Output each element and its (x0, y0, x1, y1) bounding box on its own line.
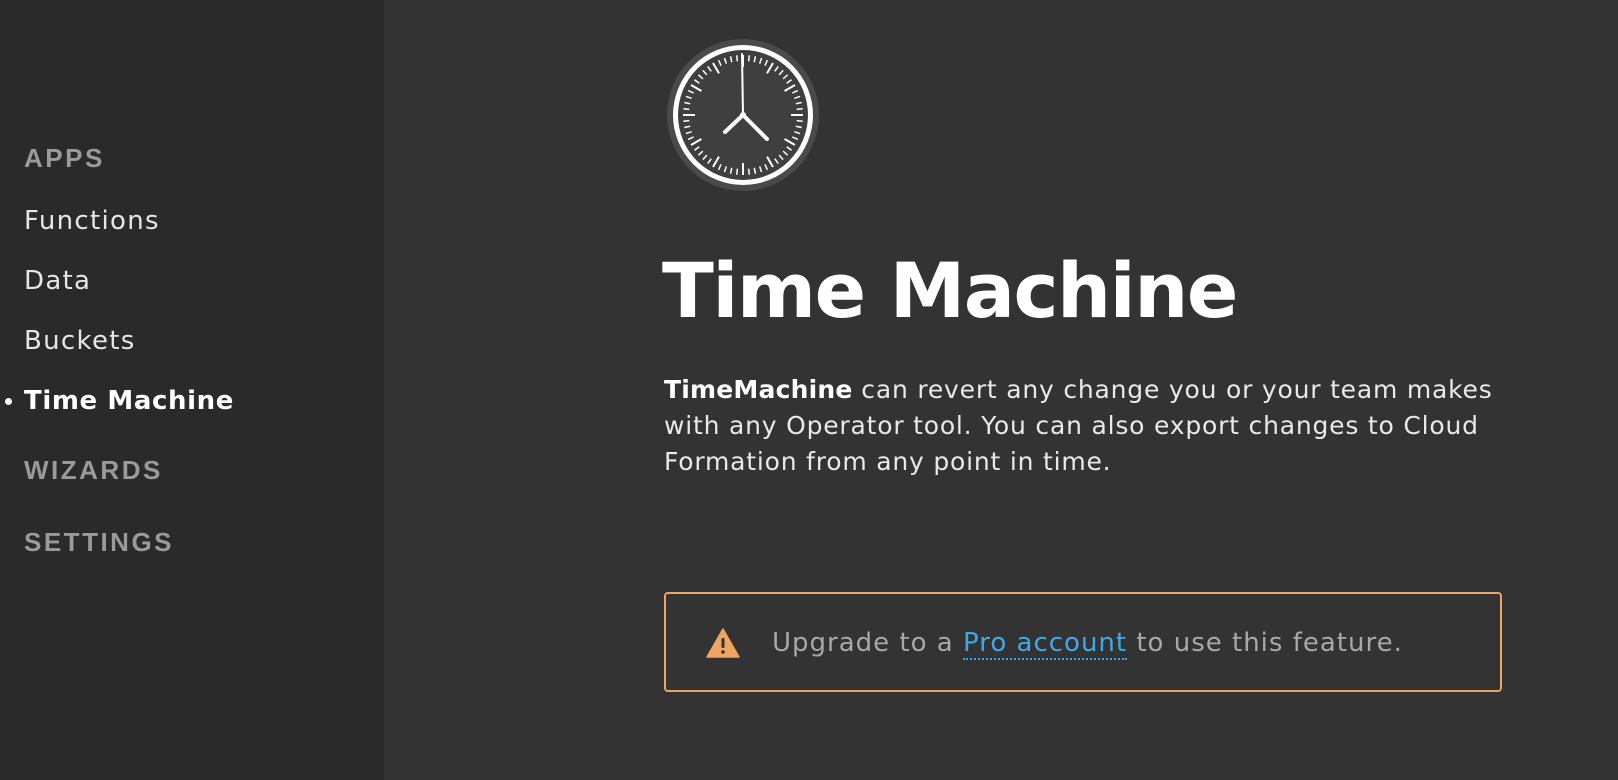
upgrade-notice: Upgrade to a Pro account to use this fea… (664, 592, 1502, 692)
sidebar-item-buckets[interactable]: Buckets (24, 326, 136, 356)
clock-tick (735, 55, 739, 62)
product-name: TimeMachine (664, 375, 853, 404)
clock-tick (747, 55, 751, 62)
notice-text: Upgrade to a Pro account to use this fea… (772, 628, 1403, 660)
sidebar: APPS Functions Data Buckets Time Machine… (0, 0, 384, 780)
sidebar-item-time-machine[interactable]: Time Machine (24, 386, 234, 416)
sidebar-heading-apps[interactable]: APPS (24, 143, 105, 174)
clock-center-dot (740, 112, 746, 118)
clock-tick (735, 168, 739, 175)
feature-description: TimeMachine can revert any change you or… (664, 372, 1524, 480)
sidebar-heading-settings[interactable]: SETTINGS (24, 527, 174, 558)
clock-tick (683, 119, 690, 123)
clock-tick (683, 107, 690, 111)
clock-tick (747, 168, 751, 175)
warning-icon (706, 628, 740, 658)
notice-suffix: to use this feature. (1127, 628, 1403, 658)
notice-prefix: Upgrade to a (772, 628, 963, 658)
page-title: Time Machine (662, 246, 1238, 335)
clock-minute-hand (741, 53, 744, 116)
sidebar-item-data[interactable]: Data (24, 266, 91, 296)
app-root: APPS Functions Data Buckets Time Machine… (0, 0, 1618, 780)
clock-tick (796, 107, 803, 111)
sidebar-heading-wizards[interactable]: WIZARDS (24, 455, 163, 486)
active-item-bullet (5, 398, 12, 405)
sidebar-item-functions[interactable]: Functions (24, 206, 160, 236)
clock-tick (796, 119, 803, 123)
clock-icon (667, 39, 819, 191)
pro-account-link[interactable]: Pro account (963, 628, 1128, 660)
